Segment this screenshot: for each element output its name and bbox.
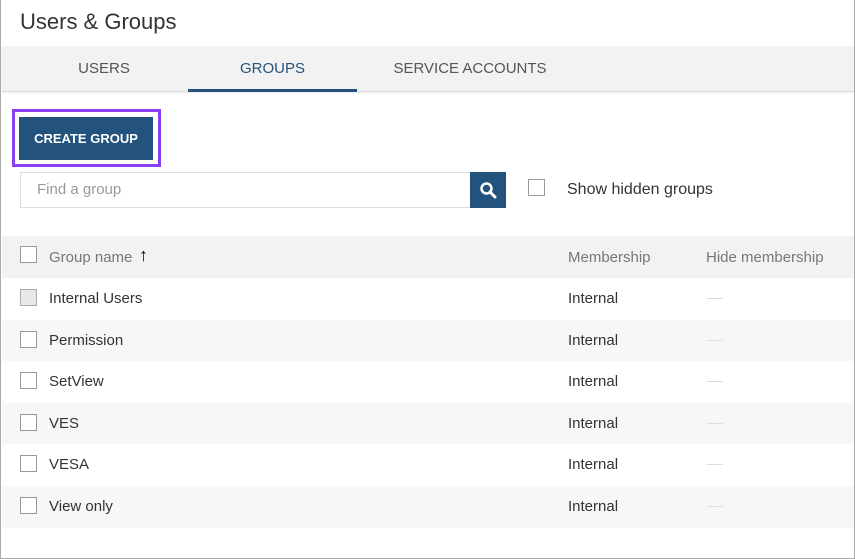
group-name[interactable]: VESA [49,456,89,473]
group-name[interactable]: VES [49,415,79,432]
table-row[interactable]: VES Internal [2,402,854,445]
row-checkbox[interactable] [20,413,37,431]
group-name[interactable]: View only [49,498,113,515]
tab-bar: USERS GROUPS SERVICE ACCOUNTS [2,46,854,92]
hide-membership-empty [707,298,723,299]
row-checkbox[interactable] [20,330,37,348]
table-row[interactable]: Internal Users Internal [2,278,854,320]
page-title: Users & Groups [20,9,177,34]
table-row[interactable]: Permission Internal [2,319,854,362]
row-checkbox[interactable] [20,289,37,306]
membership-value: Internal [568,331,619,349]
search-icon [480,182,497,199]
membership-value: Internal [568,414,619,432]
row-checkbox[interactable] [20,372,37,390]
table-row[interactable]: SetView Internal [2,361,854,403]
sort-ascending-icon[interactable]: ↑ [139,245,148,266]
column-membership[interactable]: Membership [568,249,651,266]
group-name[interactable]: Permission [49,332,123,349]
select-all-checkbox[interactable] [20,246,37,263]
membership-value: Internal [568,456,619,474]
group-name[interactable]: SetView [49,373,104,390]
tab-service-accounts[interactable]: SERVICE ACCOUNTS [357,46,583,92]
table-row[interactable]: VESA Internal [2,444,854,486]
show-hidden-label: Show hidden groups [567,181,713,198]
group-name[interactable]: Internal Users [49,290,142,307]
tab-groups[interactable]: GROUPS [188,46,357,92]
hide-membership-empty [707,381,723,383]
create-group-button[interactable]: CREATE GROUP [19,117,153,160]
search-button[interactable] [470,172,506,208]
membership-value: Internal [568,290,619,307]
membership-value: Internal [568,373,619,391]
row-checkbox[interactable] [20,497,37,514]
tab-users[interactable]: USERS [20,46,188,92]
search-input[interactable]: Find a group [20,172,471,208]
membership-value: Internal [568,498,619,515]
hide-membership-empty [707,339,723,341]
hide-membership-empty [707,422,723,424]
table-header: Group name ↑ Membership Hide membership [2,236,854,278]
column-hide-membership[interactable]: Hide membership [706,249,824,266]
hide-membership-empty [707,464,723,466]
hide-membership-empty [707,506,723,507]
show-hidden-checkbox[interactable] [528,179,545,196]
column-group-name[interactable]: Group name [49,249,132,266]
row-checkbox[interactable] [20,455,37,473]
table-row[interactable]: View only Internal [2,486,854,528]
